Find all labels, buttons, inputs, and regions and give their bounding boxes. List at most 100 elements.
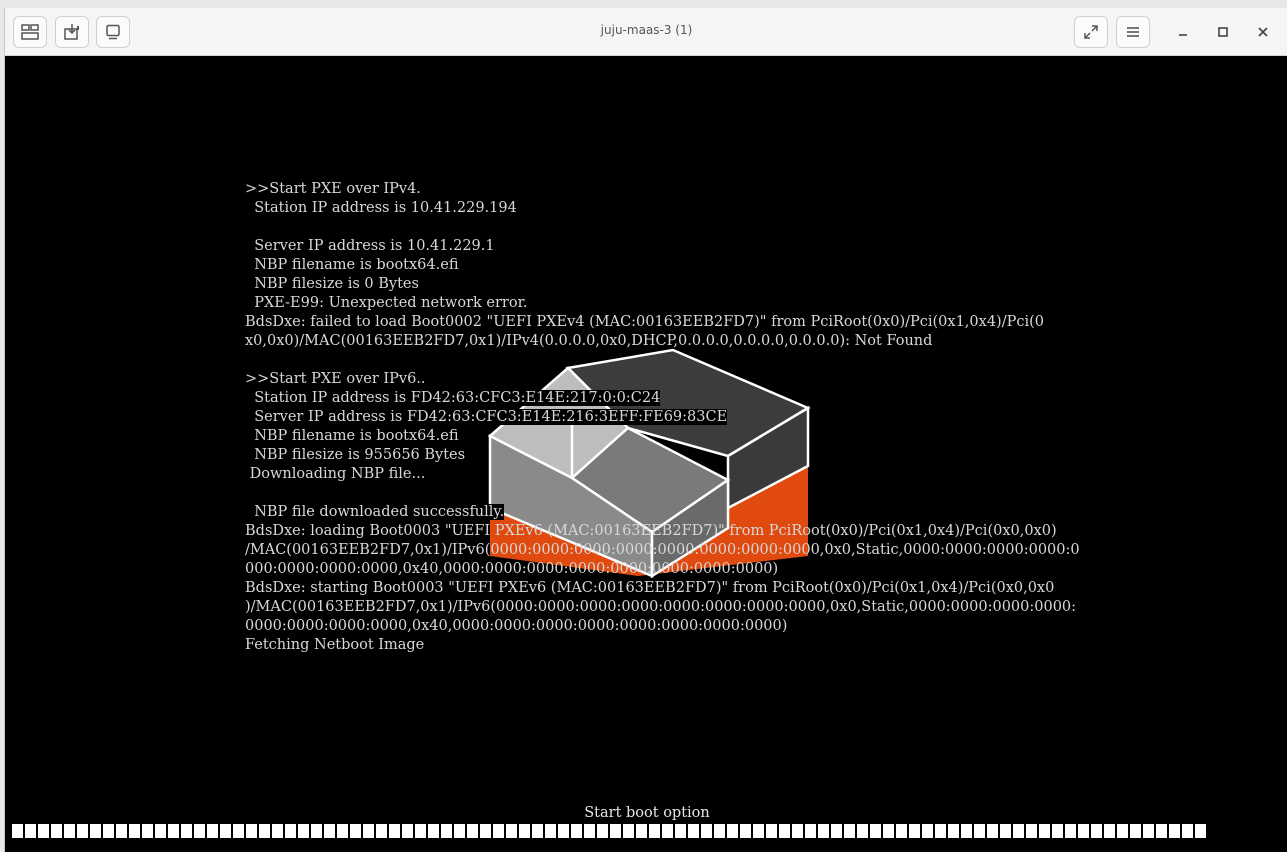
progress-cell bbox=[584, 824, 595, 838]
console-line: >>Start PXE over IPv6.. bbox=[245, 371, 426, 387]
progress-cell bbox=[324, 824, 335, 838]
progress-cell bbox=[389, 824, 400, 838]
progress-cell bbox=[38, 824, 49, 838]
progress-cell bbox=[311, 824, 322, 838]
console-line: Server IP address is 10.41.229.1 bbox=[245, 238, 495, 254]
progress-cell bbox=[870, 824, 881, 838]
console-line: NBP filename is bootx64.efi bbox=[245, 257, 459, 273]
progress-cell bbox=[402, 824, 413, 838]
maximize-button[interactable] bbox=[1209, 18, 1237, 46]
progress-cell bbox=[948, 824, 959, 838]
progress-cell bbox=[155, 824, 166, 838]
console-line: )/MAC(00163EEB2FD7,0x1)/IPv6(0000:0000:0… bbox=[245, 599, 1077, 615]
progress-cell bbox=[740, 824, 751, 838]
fullscreen-button[interactable] bbox=[1074, 16, 1108, 48]
progress-cell bbox=[1000, 824, 1011, 838]
progress-cell bbox=[623, 824, 634, 838]
console-line: NBP filesize is 0 Bytes bbox=[245, 276, 419, 292]
boot-console-output: >>Start PXE over IPv4. Station IP addres… bbox=[245, 180, 1080, 655]
vm-display[interactable]: >>Start PXE over IPv4. Station IP addres… bbox=[6, 56, 1287, 852]
maximize-icon bbox=[1218, 27, 1228, 37]
progress-cell bbox=[1104, 824, 1115, 838]
console-line: BdsDxe: failed to load Boot0002 "UEFI PX… bbox=[245, 314, 1044, 330]
progress-cell bbox=[350, 824, 361, 838]
progress-cell bbox=[259, 824, 270, 838]
progress-cell bbox=[688, 824, 699, 838]
console-line: NBP filename is bootx64.efi bbox=[245, 428, 459, 444]
progress-cell bbox=[545, 824, 556, 838]
console-line: x0,0x0)/MAC(00163EEB2FD7,0x1)/IPv4(0.0.0… bbox=[245, 333, 933, 349]
progress-cell bbox=[363, 824, 374, 838]
progress-cell bbox=[415, 824, 426, 838]
boot-progress-bar bbox=[12, 824, 1208, 840]
progress-cell bbox=[64, 824, 75, 838]
minimize-icon bbox=[1179, 34, 1187, 36]
progress-cell bbox=[766, 824, 777, 838]
console-line: Fetching Netboot Image bbox=[245, 637, 425, 653]
boot-status-text: Start boot option bbox=[584, 805, 710, 821]
progress-cell bbox=[1182, 824, 1193, 838]
progress-cell bbox=[1039, 824, 1050, 838]
fullscreen-icon bbox=[1084, 25, 1098, 39]
hamburger-menu-icon bbox=[1127, 27, 1139, 37]
progress-cell bbox=[454, 824, 465, 838]
progress-cell bbox=[181, 824, 192, 838]
progress-cell bbox=[610, 824, 621, 838]
progress-cell bbox=[116, 824, 127, 838]
vm-viewer-window: juju-maas-3 (1) >>Start PXE over IPv4. S… bbox=[4, 8, 1287, 852]
progress-cell bbox=[1052, 824, 1063, 838]
menu-button[interactable] bbox=[1116, 16, 1150, 48]
progress-cell bbox=[220, 824, 231, 838]
progress-cell bbox=[1195, 824, 1206, 838]
progress-cell bbox=[1065, 824, 1076, 838]
progress-cell bbox=[753, 824, 764, 838]
progress-cell bbox=[376, 824, 387, 838]
progress-cell bbox=[194, 824, 205, 838]
progress-cell bbox=[1013, 824, 1024, 838]
progress-cell bbox=[441, 824, 452, 838]
progress-cell bbox=[922, 824, 933, 838]
progress-cell bbox=[1078, 824, 1089, 838]
console-line: Station IP address is FD42:63:CFC3:E14E:… bbox=[245, 390, 661, 406]
console-line: PXE-E99: Unexpected network error. bbox=[245, 295, 528, 311]
progress-cell bbox=[1117, 824, 1128, 838]
progress-cell bbox=[77, 824, 88, 838]
progress-cell bbox=[285, 824, 296, 838]
console-line: /MAC(00163EEB2FD7,0x1)/IPv6(0000:0000:00… bbox=[245, 542, 1080, 558]
console-line: 0000:0000:0000:0000,0x40,0000:0000:0000:… bbox=[245, 618, 788, 634]
progress-cell bbox=[792, 824, 803, 838]
progress-cell bbox=[675, 824, 686, 838]
progress-cell bbox=[103, 824, 114, 838]
close-button[interactable] bbox=[1249, 18, 1277, 46]
progress-cell bbox=[987, 824, 998, 838]
progress-cell bbox=[506, 824, 517, 838]
progress-cell bbox=[779, 824, 790, 838]
progress-cell bbox=[90, 824, 101, 838]
progress-cell bbox=[935, 824, 946, 838]
progress-cell bbox=[831, 824, 842, 838]
progress-cell bbox=[636, 824, 647, 838]
progress-cell bbox=[142, 824, 153, 838]
progress-cell bbox=[558, 824, 569, 838]
minimize-button[interactable] bbox=[1169, 18, 1197, 46]
console-line: >>Start PXE over IPv4. bbox=[245, 181, 421, 197]
console-line: NBP filesize is 955656 Bytes bbox=[245, 447, 466, 463]
progress-cell bbox=[1143, 824, 1154, 838]
progress-cell bbox=[246, 824, 257, 838]
progress-cell bbox=[727, 824, 738, 838]
console-line: NBP file downloaded successfully. bbox=[245, 504, 505, 520]
progress-cell bbox=[896, 824, 907, 838]
progress-cell bbox=[428, 824, 439, 838]
progress-cell bbox=[714, 824, 725, 838]
progress-cell bbox=[467, 824, 478, 838]
progress-cell bbox=[805, 824, 816, 838]
progress-cell bbox=[519, 824, 530, 838]
progress-cell bbox=[493, 824, 504, 838]
console-line: Server IP address is FD42:63:CFC3:E14E:2… bbox=[245, 409, 728, 425]
progress-cell bbox=[857, 824, 868, 838]
progress-cell bbox=[298, 824, 309, 838]
progress-cell bbox=[12, 824, 23, 838]
progress-cell bbox=[1169, 824, 1180, 838]
progress-cell bbox=[974, 824, 985, 838]
progress-cell bbox=[571, 824, 582, 838]
